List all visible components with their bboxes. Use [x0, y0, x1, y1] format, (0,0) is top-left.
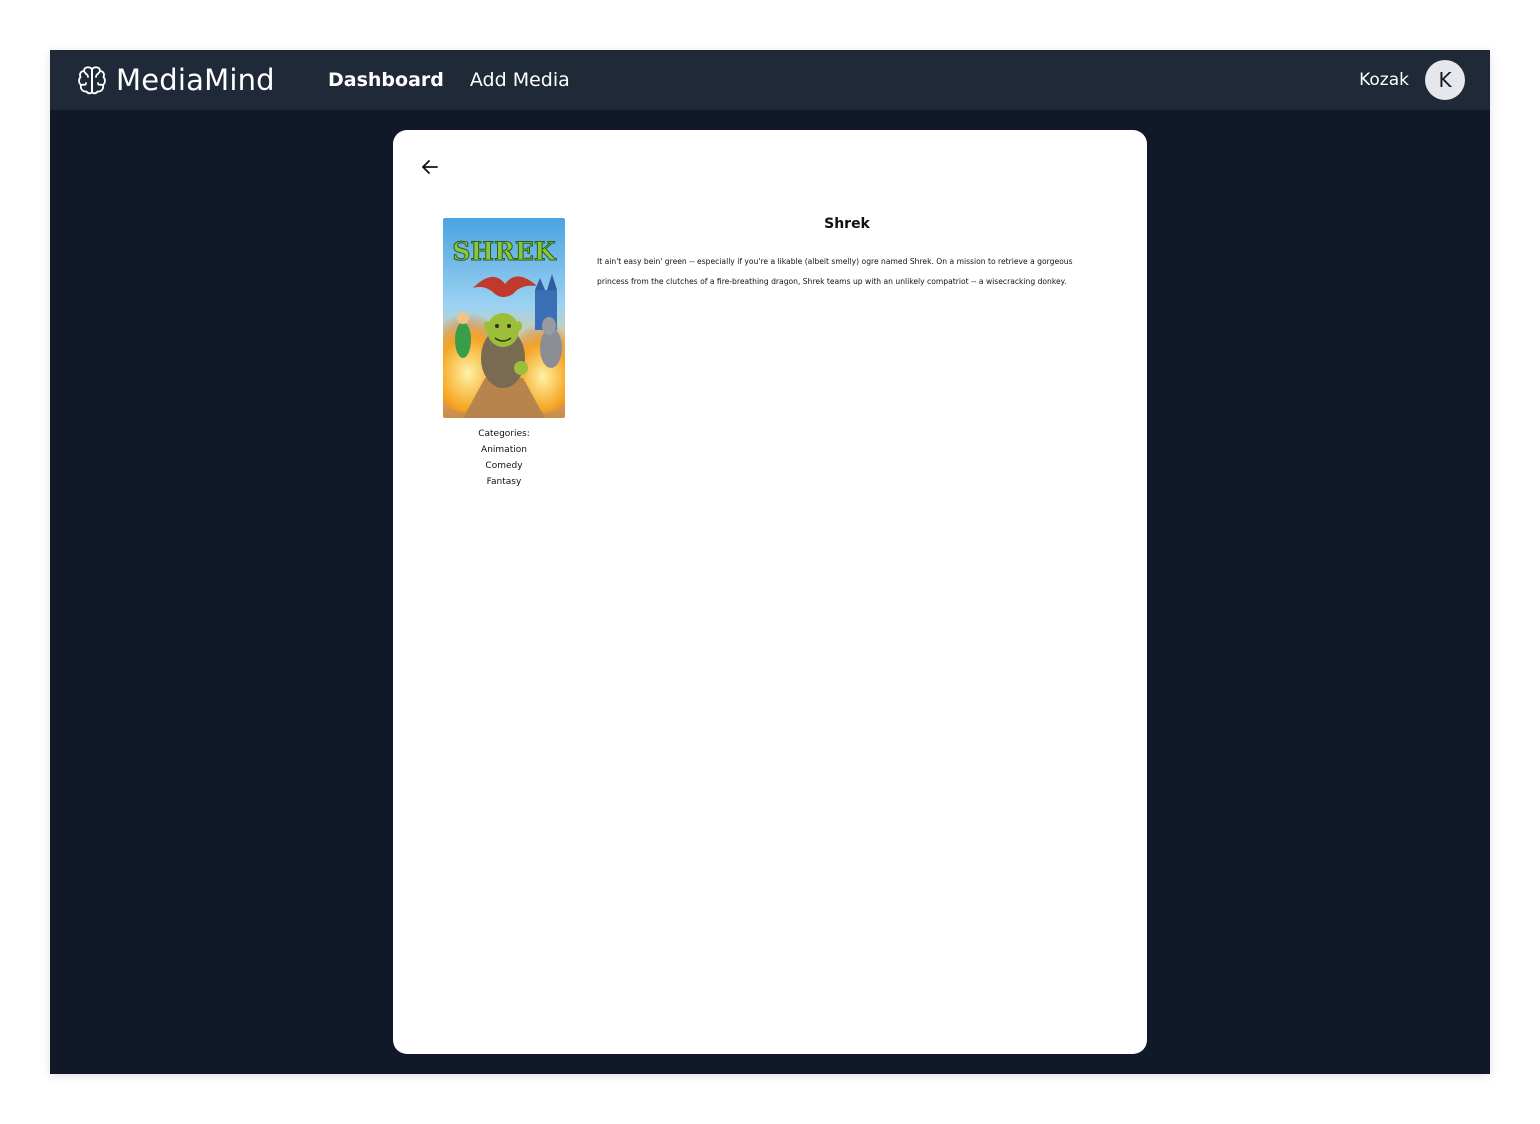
poster-title: SHREK [452, 237, 557, 266]
brand-link[interactable]: MediaMind [76, 50, 275, 110]
category-item: Comedy [485, 461, 523, 471]
brand-name: MediaMind [116, 63, 275, 97]
username: Kozak [1359, 70, 1409, 90]
navbar: MediaMind Dashboard Add Media Kozak K [50, 50, 1490, 110]
arrow-left-icon [422, 160, 438, 174]
nav-links: Dashboard Add Media [328, 50, 570, 110]
back-button[interactable] [417, 154, 443, 180]
poster-column: SHREK Categories: Animation Comedy Fanta… [443, 218, 565, 490]
media-detail-card: SHREK Categories: Animation Comedy Fanta… [393, 130, 1147, 1054]
brain-icon [78, 66, 106, 95]
media-title: Shrek [824, 216, 870, 232]
media-details: Shrek It ain't easy bein' green -- espec… [597, 216, 1097, 300]
media-poster: SHREK [443, 218, 565, 418]
category-item: Animation [481, 445, 527, 455]
user-menu: Kozak K [1359, 50, 1465, 110]
category-item: Fantasy [486, 477, 522, 487]
avatar[interactable]: K [1425, 60, 1465, 100]
media-description: It ain't easy bein' green -- especially … [597, 257, 1073, 286]
nav-dashboard[interactable]: Dashboard [328, 69, 444, 91]
app-window: MediaMind Dashboard Add Media Kozak K SH… [50, 50, 1490, 1074]
categories-label: Categories: [478, 429, 530, 439]
nav-add-media[interactable]: Add Media [470, 69, 570, 91]
